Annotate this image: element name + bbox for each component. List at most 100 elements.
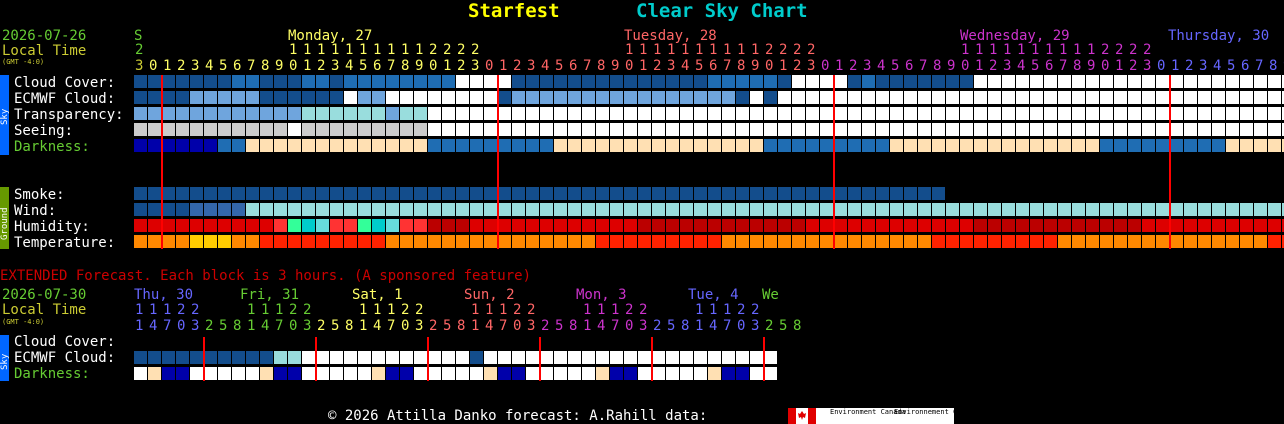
dark-block (176, 139, 189, 152)
dark-block (764, 139, 777, 152)
chart-name[interactable]: Clear Sky Chart (636, 0, 808, 22)
extended-ecmwf-block (428, 351, 441, 364)
hour-tens-digit: 1 (1045, 42, 1053, 58)
transp-block (918, 107, 931, 120)
hour-ones-digit: 0 (289, 58, 297, 74)
hum-block (526, 219, 539, 232)
transp-block (414, 107, 427, 120)
cloud-block (470, 75, 483, 88)
temp-block (260, 235, 273, 248)
wind-block (876, 203, 889, 216)
hour-ones-digit: 9 (611, 58, 619, 74)
hour-tens-digit: 1 (401, 42, 409, 58)
extended-ones-digit: 3 (303, 318, 311, 334)
transp-block (862, 107, 875, 120)
extended-tens-digit: 1 (611, 302, 619, 318)
temp-block (1072, 235, 1085, 248)
wind-block (400, 203, 413, 216)
temp-block (274, 235, 287, 248)
temp-block (862, 235, 875, 248)
hum-block (1016, 219, 1029, 232)
cloud-block (960, 75, 973, 88)
hour-tens-digit: 1 (723, 42, 731, 58)
cloud-block (1254, 75, 1267, 88)
dark-block (946, 139, 959, 152)
seeing-block (960, 123, 973, 136)
extended-dark-block (232, 367, 245, 380)
cloud-block (862, 75, 875, 88)
cloud-block (1226, 75, 1239, 88)
environment-canada-logo[interactable]: Environment Canada Environnement Canada (788, 408, 978, 424)
hour-tens-digit: 2 (1143, 42, 1151, 58)
extended-tens-digit: 1 (275, 302, 283, 318)
wind-block (694, 203, 707, 216)
extended-dark-block (414, 367, 427, 380)
seeing-block (302, 123, 315, 136)
extended-ecmwf-block (176, 351, 189, 364)
hum-block (484, 219, 497, 232)
dark-block (470, 139, 483, 152)
extended-tens-digit: 1 (471, 302, 479, 318)
cloud-block (750, 75, 763, 88)
temp-block (960, 235, 973, 248)
temp-block (876, 235, 889, 248)
transp-block (904, 107, 917, 120)
extended-ecmwf-block (134, 351, 147, 364)
dark-block (638, 139, 651, 152)
smoke-block (806, 187, 819, 200)
ecmwf-block (1044, 91, 1057, 104)
dark-block (302, 139, 315, 152)
hum-block (820, 219, 833, 232)
cloud-block (722, 75, 735, 88)
extended-ones-digit: 0 (625, 318, 633, 334)
seeing-block (792, 123, 805, 136)
temp-block (358, 235, 371, 248)
cloud-block (932, 75, 945, 88)
seeing-block (428, 123, 441, 136)
extended-ecmwf-block (582, 351, 595, 364)
cloud-block (344, 75, 357, 88)
temp-block (946, 235, 959, 248)
hour-tens-digit: 2 (793, 42, 801, 58)
wind-block (652, 203, 665, 216)
extended-ones-digit: 1 (135, 318, 143, 334)
smoke-block (890, 187, 903, 200)
cloud-block (890, 75, 903, 88)
extended-ecmwf-block (638, 351, 651, 364)
wind-block (750, 203, 763, 216)
hour-ones-digit: 0 (149, 58, 157, 74)
dark-block (1212, 139, 1225, 152)
hour-ones-digit: 3 (331, 58, 339, 74)
seeing-block (722, 123, 735, 136)
hour-ones-digit: 2 (317, 58, 325, 74)
cloud-block (358, 75, 371, 88)
cloud-block (218, 75, 231, 88)
seeing-block (162, 123, 175, 136)
hum-block (1268, 219, 1281, 232)
extended-dark-block (442, 367, 455, 380)
wind-block (946, 203, 959, 216)
wind-block (764, 203, 777, 216)
seeing-block (1044, 123, 1057, 136)
transp-block (932, 107, 945, 120)
extended-ecmwf-block (596, 351, 609, 364)
extended-ecmwf-block (526, 351, 539, 364)
transp-block (1226, 107, 1239, 120)
hour-tens-digit: 1 (303, 42, 311, 58)
seeing-block (862, 123, 875, 136)
chart-title: Starfest Clear Sky Chart (468, 0, 808, 22)
transp-block (1268, 107, 1281, 120)
dark-block (736, 139, 749, 152)
temp-block (134, 235, 147, 248)
wind-block (890, 203, 903, 216)
seeing-block (806, 123, 819, 136)
temp-block (386, 235, 399, 248)
extended-tens-digit: 2 (639, 302, 647, 318)
transp-block (806, 107, 819, 120)
transp-block (1058, 107, 1071, 120)
extended-ecmwf-block (722, 351, 735, 364)
site-title[interactable]: Starfest (468, 0, 560, 22)
wind-block (960, 203, 973, 216)
hour-tens-digit: 1 (359, 42, 367, 58)
extended-ones-digit: 5 (667, 318, 675, 334)
